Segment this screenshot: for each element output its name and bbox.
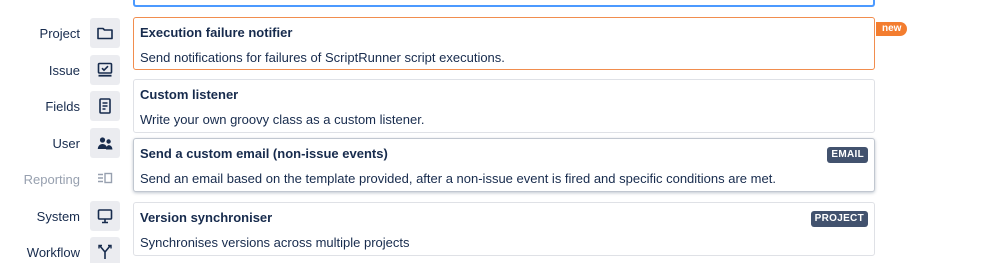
search-input[interactable] <box>133 0 875 7</box>
users-icon <box>90 128 120 158</box>
issue-icon <box>90 55 120 85</box>
nav-item-label: Fields <box>45 98 80 114</box>
card-title: Version synchroniser <box>140 210 273 225</box>
card-title: Execution failure notifier <box>140 25 293 40</box>
card-title: Send a custom email (non-issue events) <box>140 146 388 161</box>
document-icon <box>90 91 120 121</box>
nav-item-reporting: Reporting <box>0 162 122 196</box>
nav-item-project[interactable]: Project <box>0 16 122 50</box>
nav-item-label: Issue <box>48 62 80 78</box>
nav-item-label: Workflow <box>26 244 80 260</box>
nav-item-workflow[interactable]: Workflow <box>0 235 122 263</box>
monitor-icon <box>90 201 120 231</box>
card-description: Synchronises versions across multiple pr… <box>140 235 410 250</box>
folder-icon <box>90 18 120 48</box>
branch-icon <box>90 237 120 263</box>
nav-item-label: Reporting <box>23 171 80 187</box>
category-tag: PROJECT <box>810 211 868 227</box>
nav-item-label: Project <box>39 25 80 41</box>
nav-item-system[interactable]: System <box>0 199 122 233</box>
nav-item-user[interactable]: User <box>0 126 122 160</box>
reporting-icon <box>90 164 120 194</box>
listener-card-version-synchroniser[interactable]: Version synchroniser PROJECT Synchronise… <box>133 202 875 256</box>
listener-card-custom-listener[interactable]: Custom listener Write your own groovy cl… <box>133 79 875 133</box>
new-badge: new <box>876 22 908 36</box>
card-description: Send notifications for failures of Scrip… <box>140 50 505 65</box>
nav-item-fields[interactable]: Fields <box>0 89 122 123</box>
listener-picker: Project Issue Fields User Reporting Syst… <box>0 0 999 263</box>
card-description: Send an email based on the template prov… <box>140 171 776 186</box>
nav-item-label: User <box>52 135 80 151</box>
card-description: Write your own groovy class as a custom … <box>140 112 425 127</box>
listener-card-send-custom-email[interactable]: Send a custom email (non-issue events) E… <box>133 138 875 192</box>
nav-item-label: System <box>36 208 80 224</box>
category-tag: EMAIL <box>827 147 868 163</box>
listener-card-execution-failure-notifier[interactable]: Execution failure notifier Send notifica… <box>133 17 875 70</box>
nav-item-issue[interactable]: Issue <box>0 53 122 87</box>
card-title: Custom listener <box>140 87 239 102</box>
